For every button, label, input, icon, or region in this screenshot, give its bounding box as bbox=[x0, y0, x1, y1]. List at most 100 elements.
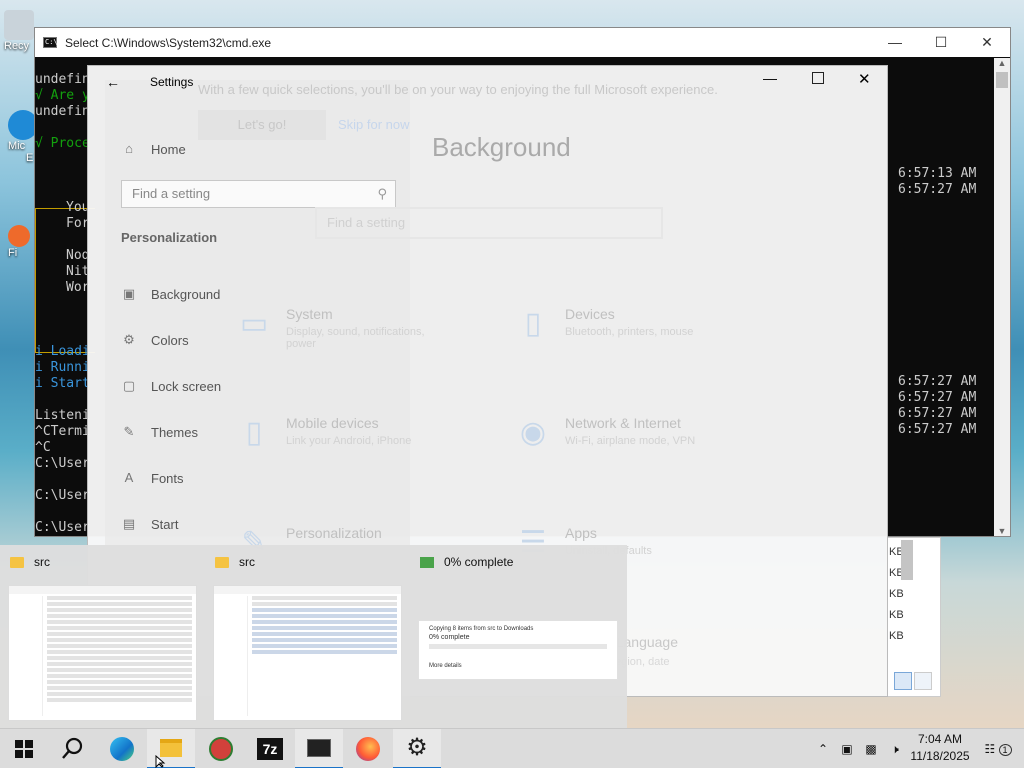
edge-icon bbox=[110, 737, 134, 761]
sidebar-item-fonts[interactable]: A Fonts bbox=[121, 470, 184, 486]
large-icons-view-icon[interactable] bbox=[914, 672, 932, 690]
home-search-input[interactable]: Find a setting bbox=[315, 207, 663, 239]
taskbar-7zip[interactable]: 7z bbox=[246, 729, 294, 768]
cmd-icon: C:\ bbox=[43, 37, 58, 48]
console-line: i Start bbox=[35, 376, 90, 391]
category-system[interactable]: ▭ System Display, sound, notifications, p… bbox=[236, 306, 446, 350]
console-timestamp: 6:57:27 AM bbox=[898, 406, 977, 421]
7zip-icon: 7z bbox=[257, 738, 283, 760]
taskbar-settings[interactable]: ⚙ bbox=[393, 729, 441, 768]
console-line: For bbox=[66, 216, 90, 231]
settings-section-heading: Personalization bbox=[121, 230, 218, 245]
home-icon: ⌂ bbox=[125, 141, 133, 156]
console-timestamp: 6:57:27 AM bbox=[898, 374, 977, 389]
firefox-icon bbox=[356, 737, 380, 761]
sidebar-item-themes[interactable]: ✎ Themes bbox=[121, 424, 198, 440]
scroll-up-arrow-icon[interactable]: ▲ bbox=[994, 58, 1010, 68]
skip-for-now-link[interactable]: Skip for now bbox=[338, 117, 410, 132]
scroll-thumb[interactable] bbox=[996, 72, 1008, 88]
devices-icon: ▯ bbox=[524, 307, 542, 340]
palette-icon: ⚙ bbox=[123, 332, 135, 347]
category-network[interactable]: ◉ Network & Internet Wi-Fi, airplane mode… bbox=[515, 415, 725, 451]
sidebar-item-background[interactable]: ▣ Background bbox=[121, 286, 221, 302]
settings-close-button[interactable]: ✕ bbox=[858, 70, 871, 88]
system-clock[interactable]: 7:04 AM 11/18/2025 bbox=[900, 731, 980, 765]
notification-icon: ☷ bbox=[984, 742, 996, 756]
notification-center-button[interactable]: ☷ 1 bbox=[980, 729, 1016, 768]
copy-progress-icon bbox=[420, 556, 434, 568]
taskbar: 7z ⚙ ⌃ ▣ ▩ 🕨 7:04 AM 11/18/2025 ☷ 1 bbox=[0, 728, 1024, 768]
console-line: C:\User bbox=[35, 488, 90, 503]
console-line: Listeni bbox=[35, 408, 90, 423]
mouse-cursor-icon bbox=[155, 755, 166, 768]
taskbar-terminal[interactable] bbox=[295, 729, 343, 768]
terminal-icon bbox=[307, 739, 331, 757]
cmd-maximize-button[interactable]: ☐ bbox=[918, 28, 964, 57]
details-view-icon[interactable] bbox=[894, 672, 912, 690]
taskbar-edge[interactable] bbox=[98, 729, 146, 768]
start-icon: ▤ bbox=[122, 516, 136, 531]
taskbar-thumbnail-popup: src src 0% complete Copying 8 items from… bbox=[0, 545, 627, 728]
picture-icon: ▣ bbox=[122, 286, 136, 301]
globe-icon: ◉ bbox=[519, 416, 547, 449]
windows-logo-icon bbox=[15, 740, 33, 758]
console-line: undefin bbox=[35, 104, 90, 119]
console-line: √ Proce bbox=[35, 136, 90, 151]
folder-icon bbox=[215, 556, 229, 568]
app-icon bbox=[209, 737, 233, 761]
settings-titlebar[interactable]: ← Settings — ✕ bbox=[88, 66, 887, 98]
page-title: Background bbox=[432, 132, 571, 162]
console-timestamp: 6:57:27 AM bbox=[898, 182, 977, 197]
console-timestamp: 6:57:27 AM bbox=[898, 422, 977, 437]
recycle-bin-icon bbox=[4, 10, 34, 40]
cmd-close-button[interactable]: ✕ bbox=[964, 28, 1010, 57]
console-timestamp: 6:57:27 AM bbox=[898, 390, 977, 405]
copy-progress-bar bbox=[429, 644, 607, 649]
start-button[interactable] bbox=[0, 729, 48, 768]
console-line: Nit bbox=[66, 264, 90, 279]
settings-maximize-button[interactable] bbox=[812, 72, 824, 84]
console-line: ^CTermi bbox=[35, 424, 90, 439]
settings-icon: ⚙ bbox=[406, 734, 428, 761]
sidebar-item-start[interactable]: ▤ Start bbox=[121, 516, 179, 532]
console-line: ^C bbox=[35, 440, 51, 455]
console-line: √ Are y bbox=[35, 88, 90, 103]
settings-minimize-button[interactable]: — bbox=[763, 70, 777, 86]
file-size: KB bbox=[889, 630, 904, 642]
thumbnail-preview bbox=[8, 585, 197, 721]
search-icon: ⚲ bbox=[377, 186, 387, 201]
cmd-titlebar[interactable]: C:\ Select C:\Windows\System32\cmd.exe bbox=[35, 28, 1010, 57]
console-line: C:\User bbox=[35, 520, 90, 535]
console-line: You bbox=[66, 200, 90, 215]
scroll-down-arrow-icon[interactable]: ▼ bbox=[994, 526, 1010, 536]
cmd-minimize-button[interactable]: — bbox=[872, 28, 918, 57]
search-button[interactable] bbox=[48, 729, 96, 768]
settings-title: Settings bbox=[150, 75, 194, 89]
search-icon bbox=[62, 737, 83, 759]
folder-icon bbox=[10, 556, 24, 568]
network-icon[interactable]: ▩ bbox=[860, 729, 882, 768]
category-devices[interactable]: ▯ Devices Bluetooth, printers, mouse bbox=[515, 306, 725, 342]
thumbnail-explorer-1[interactable]: src bbox=[0, 545, 205, 728]
taskbar-firefox[interactable] bbox=[344, 729, 392, 768]
firefox-icon bbox=[8, 225, 30, 247]
sidebar-item-lock-screen[interactable]: ▢ Lock screen bbox=[121, 378, 221, 394]
settings-home[interactable]: ⌂ Home bbox=[121, 141, 186, 157]
category-mobile-devices[interactable]: ▯ Mobile devices Link your Android, iPhon… bbox=[236, 415, 446, 451]
console-line: undefin bbox=[35, 72, 90, 87]
thumbnail-explorer-2[interactable]: src bbox=[205, 545, 410, 728]
cmd-title: Select C:\Windows\System32\cmd.exe bbox=[65, 35, 272, 50]
sidebar-item-colors[interactable]: ⚙ Colors bbox=[121, 332, 188, 348]
phone-icon: ▯ bbox=[245, 416, 263, 449]
console-line: Wor bbox=[66, 280, 90, 295]
settings-search-input[interactable]: Find a setting ⚲ bbox=[121, 180, 396, 208]
arrow-left-icon[interactable]: ← bbox=[106, 74, 120, 90]
console-timestamp: 6:57:13 AM bbox=[898, 166, 977, 181]
meet-now-icon[interactable]: ▣ bbox=[836, 729, 858, 768]
taskbar-app[interactable] bbox=[197, 729, 245, 768]
show-hidden-icons-button[interactable]: ⌃ bbox=[812, 729, 834, 768]
lets-go-button[interactable]: Let's go! bbox=[198, 110, 326, 140]
explorer-scroll-thumb[interactable] bbox=[901, 540, 913, 580]
cmd-scrollbar[interactable]: ▲ ▼ bbox=[994, 58, 1010, 536]
lock-screen-icon: ▢ bbox=[122, 378, 136, 393]
